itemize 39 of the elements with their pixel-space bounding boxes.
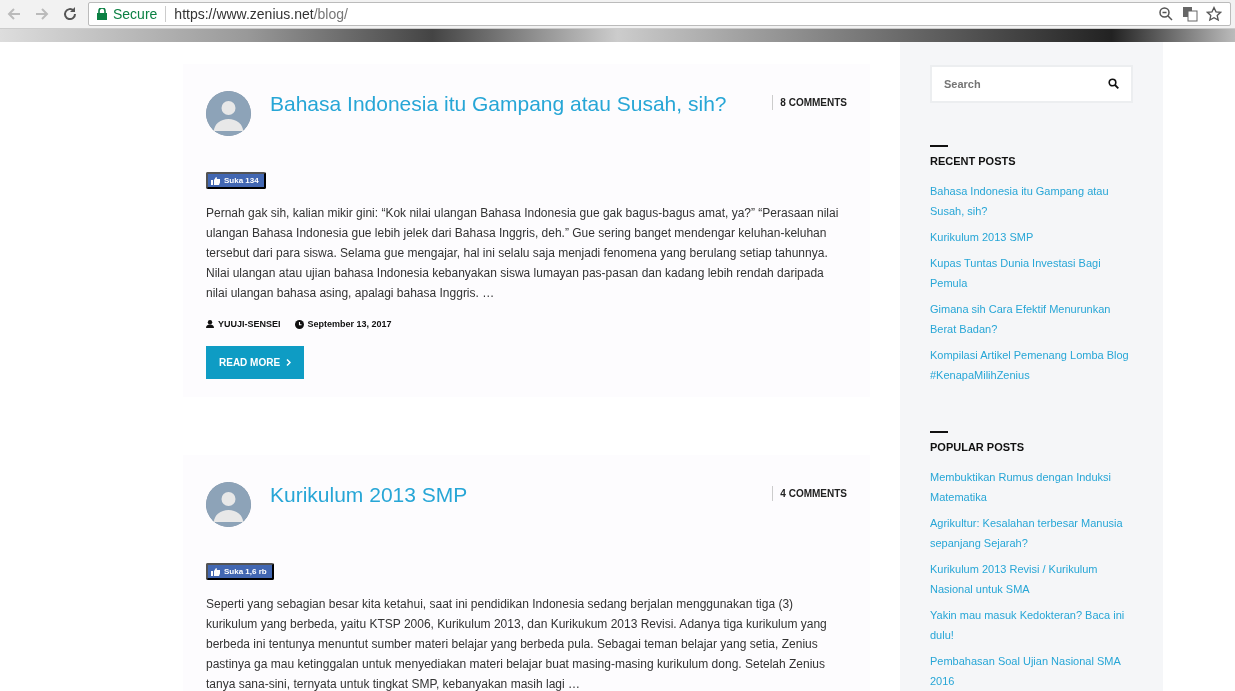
post-link[interactable]: Gimana sih Cara Efektif Menurunkan Berat Badan? <box>930 299 1133 339</box>
post-link[interactable]: Kurikulum 2013 Revisi / Kurikulum Nasional untuk SMA <box>930 559 1133 599</box>
search-icon[interactable] <box>1108 78 1119 89</box>
post-excerpt: Pernah gak sih, kalian mikir gini: “Kok nilai ulangan Bahasa Indonesia gue gak bagus-bagus amat, ya?” “Perasaan nilai ulangan Bahasa Indonesia gue lebih jelek dari Bahasa Inggris, deh.” Gue sering banget mendengar keluhan-keluhan tersebut dari para siswa. Selama gue mengajar, hal ini selalu saja menjadi fenomena yang berulang setiap tahunnya. Nilai ulangan atau ujian bahasa Indonesia kebanyakan siswa lumayan pas-pasan dan kadang lebih rendah daripada nilai ulangan bahasa asing, apalagi bahasa Inggris. … <box>206 205 840 302</box>
thumbs-up-icon <box>211 567 220 576</box>
post-link[interactable]: Membuktikan Rumus dengan Induksi Matematika <box>930 467 1133 507</box>
star-icon[interactable] <box>1206 6 1222 22</box>
post-excerpt: Seperti yang sebagian besar kita ketahui, saat ini pendidikan Indonesia sedang berjalan menggunakan tiga (3) kurikulum yang berbeda, yaitu KTSP 2006, Kurikulum 2013, dan Kurikukum 2013 Revisi. Adanya tiga kurikulum yang berbeda ini tentunya menuntut sumber materi belajar yang berbeda pula. Sebagai teman belajar yang setia, Zenius pastinya ga mau ketinggalan untuk menyediakan materi belajar buat masing-masing kurikulum dong. Setelah Zenius tanya sana-sini, ternyata untuk tingkat SMP, kebanyakan masih lagi … <box>206 596 828 691</box>
author-avatar <box>206 91 251 136</box>
translate-icon[interactable] <box>1182 6 1198 22</box>
user-icon <box>206 320 214 328</box>
secure-label: Secure <box>113 6 158 22</box>
widget-heading: POPULAR POSTS <box>930 441 1026 453</box>
read-more-button[interactable]: READ MORE <box>206 346 305 379</box>
url-text: https://www.zenius.net/blog/ <box>174 6 348 22</box>
search-field[interactable]: Search <box>930 65 1133 103</box>
author-name[interactable]: YUUJI-SENSEI <box>218 319 281 329</box>
address-bar[interactable]: Secure https://www.zenius.net/blog/ <box>88 2 1231 26</box>
comments-link[interactable]: 8 COMMENTS <box>772 95 847 110</box>
widget-heading: RECENT POSTS <box>930 155 1017 167</box>
zoom-icon[interactable] <box>1158 6 1174 22</box>
post-date: September 13, 2017 <box>307 319 392 329</box>
post-link[interactable]: Pembahasan Soal Ujian Nasional SMA 2016 <box>930 651 1133 691</box>
post-link[interactable]: Yakin mau masuk Kedokteran? Baca ini dulu! <box>930 605 1133 645</box>
thumbs-up-icon <box>211 176 220 185</box>
like-button[interactable]: Suka 1,6 rb <box>206 563 274 580</box>
post-link[interactable]: Kupas Tuntas Dunia Investasi Bagi Pemula <box>930 253 1133 293</box>
comments-link[interactable]: 4 COMMENTS <box>772 486 847 501</box>
post-link[interactable]: Kompilasi Artikel Pemenang Lomba Blog #KenapaMilihZenius <box>930 345 1133 385</box>
like-button[interactable]: Suka 134 <box>206 172 266 189</box>
post-title[interactable]: Kurikulum 2013 SMP <box>270 482 773 508</box>
post-link[interactable]: Kurikulum 2013 SMP <box>930 227 1133 247</box>
author-avatar <box>206 482 251 527</box>
post-title[interactable]: Bahasa Indonesia itu Gampang atau Susah, sih? <box>270 91 773 117</box>
lock-icon <box>97 8 107 20</box>
post-link[interactable]: Bahasa Indonesia itu Gampang atau Susah, sih? <box>930 181 1133 221</box>
post-link[interactable]: Agrikultur: Kesalahan terbesar Manusia sepanjang Sejarah? <box>930 513 1133 553</box>
clock-icon <box>294 319 304 329</box>
chevron-icon <box>286 359 292 366</box>
